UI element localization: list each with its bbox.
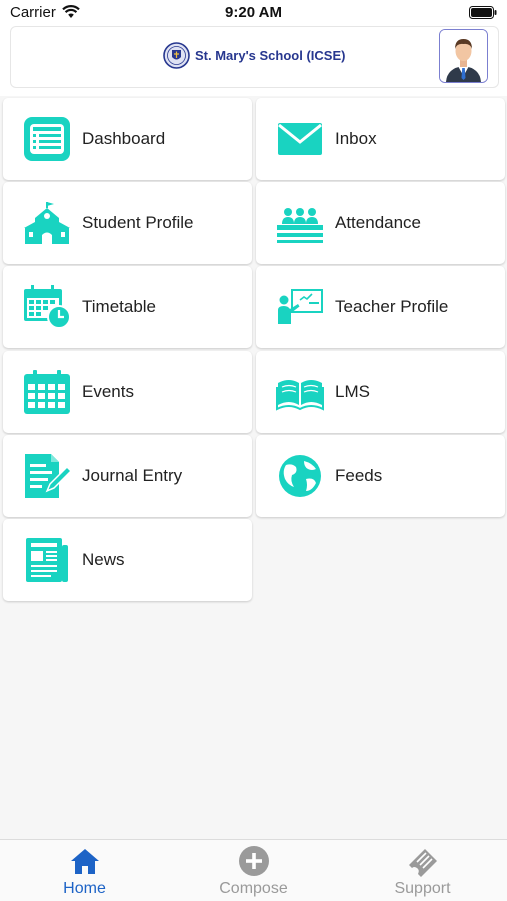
tab-label: Support <box>394 880 451 897</box>
school-crest-icon <box>163 42 190 69</box>
menu-tile-news[interactable]: News <box>3 519 252 601</box>
calendar-icon <box>23 369 71 415</box>
tab-home[interactable]: Home <box>0 840 169 901</box>
school-building-icon <box>23 200 71 246</box>
tile-label: Events <box>82 382 134 401</box>
tile-label: Student Profile <box>82 213 194 232</box>
menu-tile-lms[interactable]: LMS <box>256 351 505 433</box>
classroom-icon <box>276 200 324 246</box>
school-name: St. Mary's School (ICSE) <box>195 48 346 63</box>
tab-support[interactable]: Support <box>338 840 507 901</box>
teacher-board-icon <box>276 284 324 330</box>
school-banner: St. Mary's School (ICSE) <box>10 26 499 88</box>
open-book-icon <box>276 369 324 415</box>
tab-label: Home <box>63 880 106 897</box>
menu-tile-feeds[interactable]: Feeds <box>256 435 505 517</box>
menu-tile-dashboard[interactable]: Dashboard <box>3 98 252 180</box>
tile-label: Timetable <box>82 297 157 316</box>
menu-tile-teacher-profile[interactable]: Teacher Profile <box>256 266 505 348</box>
journal-pen-icon <box>23 453 73 499</box>
avatar <box>440 30 487 82</box>
home-icon <box>68 845 102 877</box>
menu-tile-journal-entry[interactable]: Journal Entry <box>3 435 252 517</box>
battery-icon <box>469 6 497 24</box>
app-header: St. Mary's School (ICSE) <box>0 26 507 96</box>
newspaper-icon <box>23 537 71 583</box>
menu-tile-events[interactable]: Events <box>3 351 252 433</box>
menu-tile-inbox[interactable]: Inbox <box>256 98 505 180</box>
tile-label: Inbox <box>335 129 377 148</box>
user-avatar-button[interactable] <box>439 29 488 83</box>
tab-compose[interactable]: Compose <box>169 840 338 901</box>
tile-label: Attendance <box>335 213 422 232</box>
clock-label: 9:20 AM <box>225 4 282 21</box>
plus-circle-icon <box>237 845 271 877</box>
tile-label: News <box>82 550 125 569</box>
bottom-tab-bar: Home Compose Support <box>0 839 507 901</box>
globe-icon <box>276 453 324 499</box>
envelope-icon <box>276 116 324 162</box>
status-bar: Carrier 9:20 AM <box>0 0 507 26</box>
tab-label: Compose <box>219 880 288 897</box>
tile-label: Teacher Profile <box>335 297 449 316</box>
tile-label: Dashboard <box>82 129 166 148</box>
tile-label: Journal Entry <box>82 466 183 485</box>
tile-label: LMS <box>335 382 370 401</box>
dashboard-icon <box>23 116 71 162</box>
ticket-icon <box>406 845 440 877</box>
menu-tile-student-profile[interactable]: Student Profile <box>3 182 252 264</box>
tile-label: Feeds <box>335 466 383 485</box>
menu-tile-attendance[interactable]: Attendance <box>256 182 505 264</box>
calendar-clock-icon <box>23 284 71 330</box>
menu-tile-timetable[interactable]: Timetable <box>3 266 252 348</box>
